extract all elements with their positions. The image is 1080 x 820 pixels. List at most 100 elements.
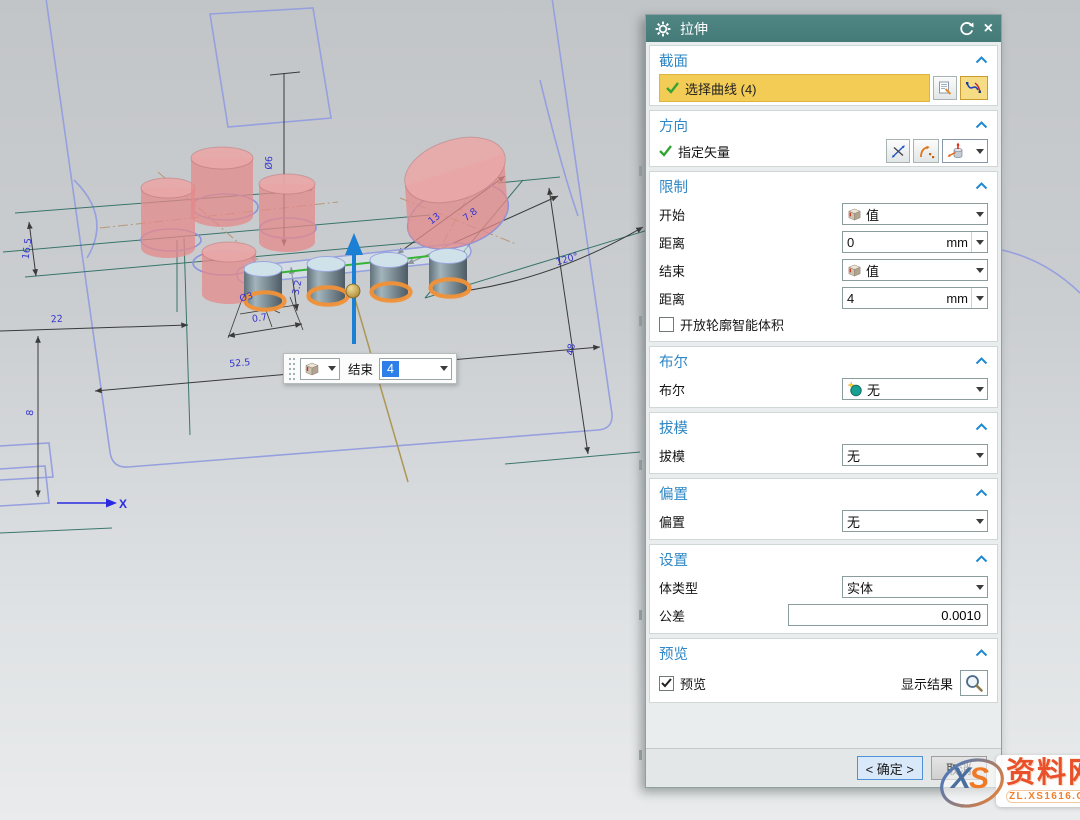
svg-text:0.7: 0.7 (251, 312, 268, 325)
preview-group-header[interactable]: 预览 (650, 639, 997, 667)
group-title: 限制 (659, 176, 975, 197)
collapse-chevron-icon[interactable] (975, 489, 988, 497)
watermark-name: 资料网 (1006, 758, 1080, 788)
collapse-chevron-icon[interactable] (975, 121, 988, 129)
drag-ball-handle[interactable] (346, 284, 360, 298)
collapse-chevron-icon[interactable] (975, 357, 988, 365)
show-result-button[interactable] (960, 670, 988, 696)
start-distance-value[interactable]: 0 (847, 235, 854, 250)
dropdown-button[interactable] (972, 379, 987, 399)
direction-group-header[interactable]: 方向 (650, 111, 997, 139)
show-result-label: 显示结果 (901, 674, 953, 693)
chevron-down-icon (976, 212, 984, 217)
boolean-dropdown[interactable]: 无 (842, 378, 988, 400)
sketch-section-button[interactable] (933, 76, 957, 100)
dropdown-button[interactable] (972, 445, 987, 465)
svg-text:52.5: 52.5 (229, 357, 251, 370)
application-window: 16.5 22 52.5 8 Ø6 3.2 0.7 Ø3 13 7.8 120°… (0, 0, 1080, 820)
select-curve-field[interactable]: 选择曲线 (4) (659, 74, 930, 102)
green-check-icon (659, 145, 672, 157)
boolean-group: 布尔 布尔 无 (649, 346, 998, 408)
svg-text:3.2: 3.2 (291, 279, 305, 296)
combo-dropdown-button[interactable] (436, 359, 451, 379)
end-mode-dropdown[interactable] (300, 358, 340, 380)
x-axis-label: X (119, 497, 127, 511)
offset-group-header[interactable]: 偏置 (650, 479, 997, 507)
sketch-section-icon (937, 80, 953, 96)
chevron-down-icon (328, 366, 336, 371)
pink-cylinder (259, 174, 315, 252)
group-title: 偏置 (659, 483, 975, 504)
gear-icon (654, 20, 672, 38)
curve-select-button[interactable] (960, 76, 988, 100)
open-profile-checkbox[interactable] (659, 317, 674, 332)
chevron-down-icon (976, 268, 984, 273)
end-distance-combo[interactable]: 4 (379, 358, 452, 380)
collapse-chevron-icon[interactable] (975, 555, 988, 563)
end-distance-input[interactable]: 4 mm (842, 287, 988, 309)
pink-cylinder (141, 178, 195, 258)
open-profile-label: 开放轮廓智能体积 (680, 315, 988, 334)
body-type-label: 体类型 (659, 578, 842, 597)
group-title: 布尔 (659, 351, 975, 372)
end-mode-dropdown[interactable]: 值 (842, 259, 988, 281)
tolerance-label: 公差 (659, 606, 788, 625)
group-title: 设置 (659, 549, 975, 570)
draft-group: 拔模 拔模 无 (649, 412, 998, 474)
preview-checkbox[interactable] (659, 676, 674, 691)
inferred-vector-button[interactable] (913, 139, 939, 163)
boolean-value: 无 (867, 380, 880, 399)
boolean-none-icon (847, 381, 863, 397)
select-curve-label: 选择曲线 (4) (685, 79, 757, 98)
start-distance-input[interactable]: 0 mm (842, 231, 988, 253)
dialog-sash[interactable] (639, 166, 642, 760)
end-distance-value[interactable]: 4 (847, 291, 854, 306)
two-point-vector-button[interactable] (886, 139, 910, 163)
collapse-chevron-icon[interactable] (975, 423, 988, 431)
body-type-value: 实体 (847, 578, 873, 597)
on-screen-input-toolbar[interactable]: 结束 4 (283, 353, 457, 384)
two-point-vector-icon (890, 143, 907, 160)
svg-text:16.5: 16.5 (21, 237, 35, 259)
boolean-label: 布尔 (659, 380, 842, 399)
dropdown-button[interactable] (972, 511, 987, 531)
end-distance-value[interactable]: 4 (382, 361, 399, 377)
close-button[interactable]: × (984, 20, 993, 38)
direction-group: 方向 指定矢量 (649, 110, 998, 167)
pink-cylinder (191, 147, 253, 227)
tolerance-input[interactable]: 0.0010 (788, 604, 988, 626)
group-title: 预览 (659, 643, 975, 664)
chevron-down-icon (976, 585, 984, 590)
body-type-dropdown[interactable]: 实体 (842, 576, 988, 598)
start-distance-unit: mm (946, 235, 968, 250)
dropdown-button[interactable] (972, 577, 987, 597)
specify-vector-label: 指定矢量 (678, 142, 883, 161)
sketch-square (210, 8, 331, 127)
start-mode-dropdown[interactable]: 值 (842, 203, 988, 225)
unit-dropdown-button[interactable] (971, 288, 987, 308)
boolean-group-header[interactable]: 布尔 (650, 347, 997, 375)
collapse-chevron-icon[interactable] (975, 56, 988, 64)
dropdown-button[interactable] (972, 204, 987, 224)
face-normal-vector-dropdown[interactable] (942, 139, 988, 163)
limits-group-header[interactable]: 限制 (650, 172, 997, 200)
offset-dropdown[interactable]: 无 (842, 510, 988, 532)
end-label: 结束 (659, 261, 842, 280)
reset-button[interactable] (958, 20, 976, 38)
draft-group-header[interactable]: 拔模 (650, 413, 997, 441)
dialog-titlebar[interactable]: 拉伸 × (646, 15, 1001, 42)
end-distance-unit: mm (946, 291, 968, 306)
value-cube-icon (847, 207, 862, 222)
unit-dropdown-button[interactable] (971, 232, 987, 252)
draft-dropdown[interactable]: 无 (842, 444, 988, 466)
watermark-xs-text: XS (951, 762, 987, 796)
ok-button[interactable]: < 确定 > (857, 756, 923, 780)
dropdown-button[interactable] (972, 260, 987, 280)
grip-handle[interactable] (288, 357, 296, 381)
tolerance-value[interactable]: 0.0010 (941, 608, 981, 623)
collapse-chevron-icon[interactable] (975, 649, 988, 657)
offset-value: 无 (847, 512, 860, 531)
collapse-chevron-icon[interactable] (975, 182, 988, 190)
section-group-header[interactable]: 截面 (650, 46, 997, 74)
settings-group-header[interactable]: 设置 (650, 545, 997, 573)
